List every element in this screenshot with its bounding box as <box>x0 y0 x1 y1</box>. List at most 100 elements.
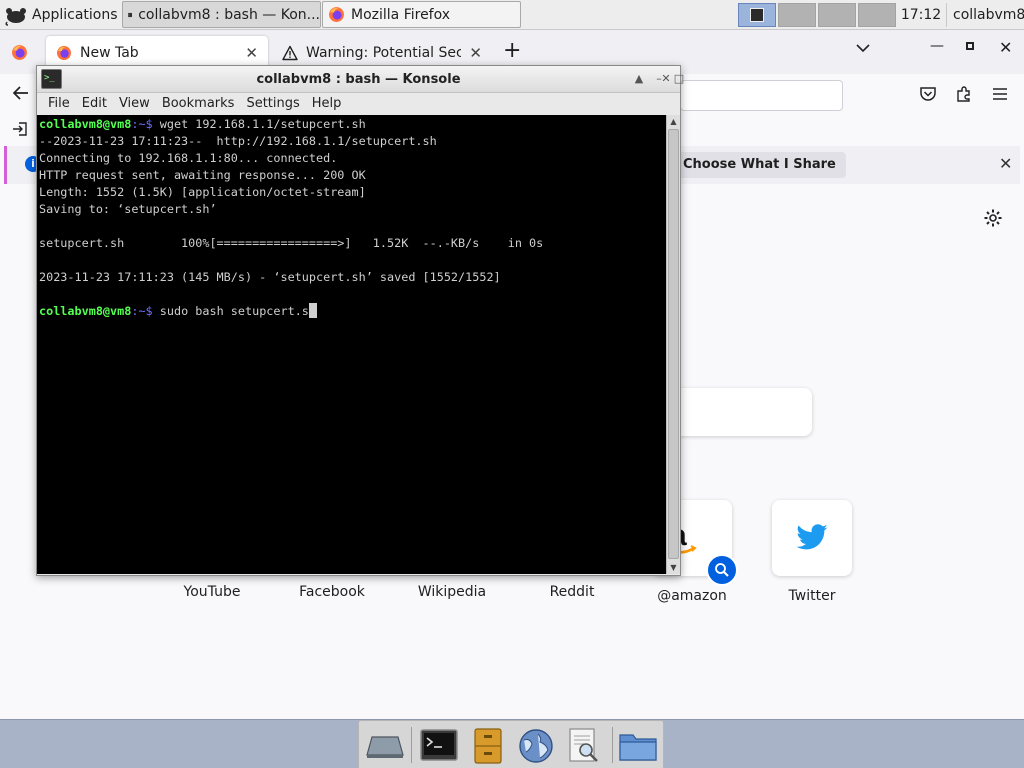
xfce-mouse-logo-icon <box>5 7 26 26</box>
terminal-line: collabvm8@vm8:~$ sudo bash setupcert.s <box>39 303 664 320</box>
file-manager-launcher[interactable] <box>468 727 508 765</box>
terminal-icon <box>128 12 133 17</box>
minimize-window-button[interactable]: — <box>930 38 944 54</box>
close-tab-icon[interactable]: ✕ <box>469 44 482 62</box>
terminal-icon <box>750 8 764 22</box>
text-cursor <box>308 303 317 318</box>
shortcut-label: Facebook <box>299 584 365 600</box>
newtab-search-box[interactable] <box>660 388 812 436</box>
workspace-3[interactable] <box>818 3 856 27</box>
prompt-path: :~$ <box>131 117 153 131</box>
search-launcher[interactable] <box>564 727 604 765</box>
shortcut-label: YouTube <box>183 584 241 600</box>
shortcut-twitter[interactable]: Twitter <box>772 500 852 604</box>
user-menu[interactable]: collabvm8 <box>946 3 1024 27</box>
shortcut-label: Reddit <box>549 584 595 600</box>
applications-menu-button[interactable]: Applications <box>2 2 118 27</box>
terminal-line: Saving to: ‘setupcert.sh’ <box>39 202 217 216</box>
terminal-launcher[interactable] <box>419 727 459 765</box>
window-title: collabvm8 : bash — Konsole <box>256 72 461 87</box>
workspace-2[interactable] <box>778 3 816 27</box>
shade-window-icon[interactable]: ▲ <box>631 71 647 87</box>
workspace-switcher <box>738 3 896 27</box>
terminal-line: collabvm8@vm8:~$ wget 192.168.1.1/setupc… <box>39 116 664 133</box>
terminal-line: HTTP request sent, awaiting response... … <box>39 168 366 182</box>
url-bar[interactable] <box>680 80 843 111</box>
scroll-up-arrow-icon[interactable]: ▲ <box>667 115 680 128</box>
web-browser-launcher[interactable] <box>516 727 556 765</box>
home-folder-launcher[interactable] <box>618 727 658 765</box>
show-desktop-icon <box>366 736 404 758</box>
prompt-user: collabvm8@vm8 <box>39 117 132 131</box>
import-bookmarks-icon[interactable] <box>12 121 28 137</box>
web-browser-icon <box>519 729 553 763</box>
terminal-scrollbar[interactable]: ▲ ▼ <box>666 115 680 574</box>
shortcut-label: @amazon <box>657 588 727 604</box>
prompt-user: collabvm8@vm8 <box>39 304 132 318</box>
warning-icon <box>282 45 298 61</box>
launcher-dock <box>358 720 664 768</box>
close-tab-icon[interactable]: ✕ <box>245 44 258 62</box>
search-files-icon <box>569 728 598 762</box>
file-cabinet-icon <box>474 728 502 764</box>
command-text: sudo bash setupcert.s <box>152 304 309 318</box>
applications-label: Applications <box>32 6 118 23</box>
tab-title: New Tab <box>80 45 139 61</box>
command-text: wget 192.168.1.1/setupcert.sh <box>152 117 366 131</box>
back-arrow-icon[interactable] <box>12 84 30 102</box>
terminal-line: --2023-11-23 17:11:23-- http://192.168.1… <box>39 134 437 148</box>
workspace-4[interactable] <box>858 3 896 27</box>
list-all-tabs-chevron-down-icon[interactable] <box>855 42 871 54</box>
pocket-icon[interactable] <box>919 85 937 103</box>
twitter-bird-icon <box>796 524 828 550</box>
terminal-icon <box>420 729 458 761</box>
close-notification-icon[interactable]: ✕ <box>999 154 1012 173</box>
menu-edit[interactable]: Edit <box>76 94 113 116</box>
menu-help[interactable]: Help <box>306 94 348 116</box>
clock[interactable]: 17:12 <box>899 3 943 27</box>
show-desktop-button[interactable] <box>365 727 405 765</box>
shortcut-label: Twitter <box>788 588 836 604</box>
tab-title: Warning: Potential Secur <box>306 45 462 61</box>
taskbar-konsole-button[interactable]: collabvm8 : bash — Kon... <box>122 1 321 28</box>
dock-separator <box>411 727 412 763</box>
choose-what-i-share-button[interactable]: Choose What I Share <box>673 152 846 178</box>
menu-file[interactable]: File <box>42 94 76 116</box>
top-panel: Applications collabvm8 : bash — Kon... M… <box>0 0 1024 30</box>
firefox-icon <box>329 7 344 22</box>
close-window-icon[interactable]: ✕ <box>658 71 674 87</box>
taskbar-konsole-label: collabvm8 : bash — Kon... <box>138 6 320 23</box>
search-icon <box>715 563 729 577</box>
gear-icon[interactable] <box>983 208 1003 228</box>
taskbar-firefox-button[interactable]: Mozilla Firefox <box>322 1 521 28</box>
terminal-line: 2023-11-23 17:11:23 (145 MB/s) - ‘setupc… <box>39 270 501 284</box>
dock-separator <box>612 727 613 763</box>
firefox-view-icon[interactable] <box>11 44 28 61</box>
scroll-down-arrow-icon[interactable]: ▼ <box>667 561 680 574</box>
konsole-titlebar[interactable]: >_ collabvm8 : bash — Konsole ▲ – □ ✕ <box>37 66 684 93</box>
maximize-window-button[interactable] <box>966 42 974 50</box>
konsole-window: >_ collabvm8 : bash — Konsole ▲ – □ ✕ Fi… <box>36 65 684 576</box>
menu-view[interactable]: View <box>113 94 156 116</box>
folder-icon <box>619 734 657 761</box>
hamburger-menu-icon[interactable] <box>991 85 1009 103</box>
shortcut-label: Wikipedia <box>417 584 487 600</box>
menu-bookmarks[interactable]: Bookmarks <box>156 94 241 116</box>
extensions-puzzle-icon[interactable] <box>955 85 973 103</box>
search-shortcut-badge <box>706 554 738 586</box>
konsole-menubar: File Edit View Bookmarks Settings Help <box>37 94 680 116</box>
new-tab-button[interactable]: + <box>503 40 521 62</box>
close-window-button[interactable]: ✕ <box>999 38 1012 57</box>
terminal-line: setupcert.sh 100%[=================>] 1.… <box>39 236 544 250</box>
firefox-icon <box>57 46 71 60</box>
menu-settings[interactable]: Settings <box>240 94 305 116</box>
workspace-1[interactable] <box>738 3 776 27</box>
scrollbar-thumb[interactable] <box>668 129 679 559</box>
shortcut-tile[interactable] <box>772 500 852 576</box>
terminal-output[interactable]: collabvm8@vm8:~$ wget 192.168.1.1/setupc… <box>37 115 666 574</box>
terminal-line: Connecting to 192.168.1.1:80... connecte… <box>39 151 338 165</box>
taskbar-firefox-label: Mozilla Firefox <box>351 6 451 23</box>
